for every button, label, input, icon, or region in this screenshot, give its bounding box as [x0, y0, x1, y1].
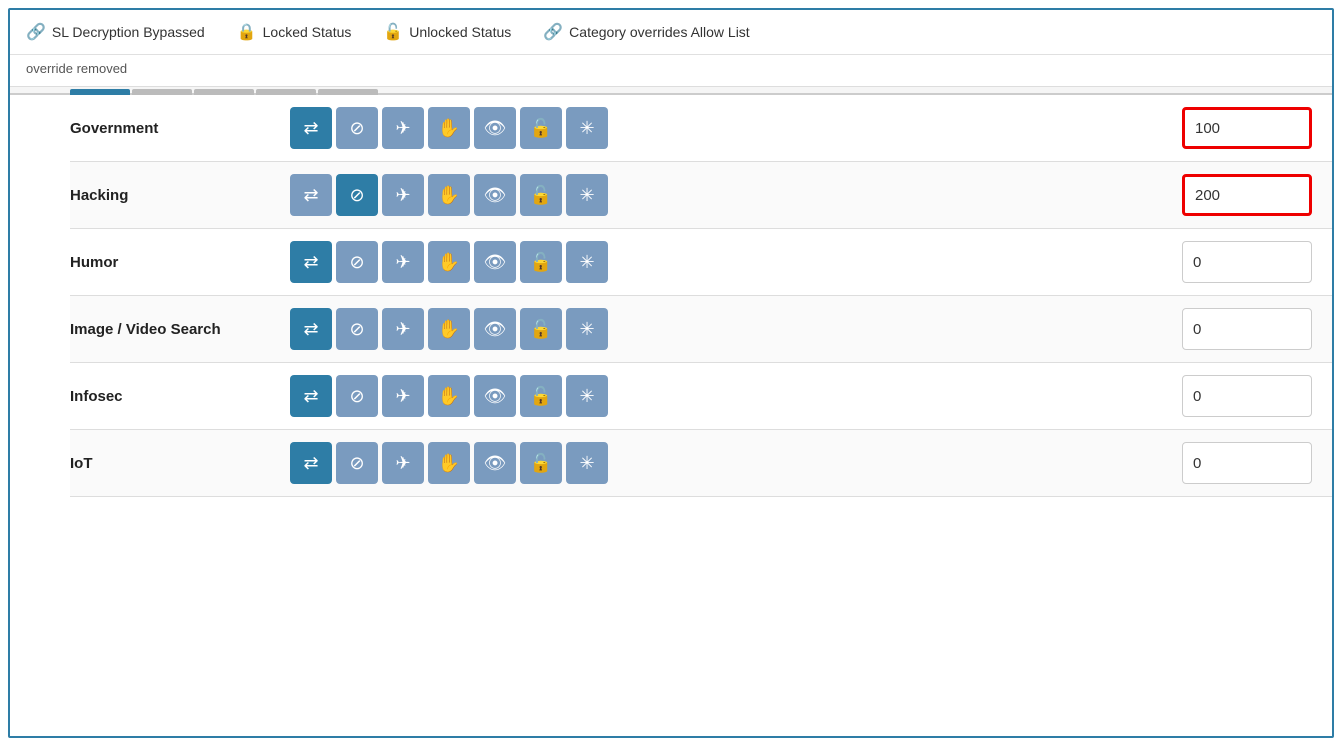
- btn-block-image-video[interactable]: ⊘: [336, 308, 378, 350]
- btn-hand-humor[interactable]: ✋: [428, 241, 470, 283]
- icon-group-image-video: ⇄ ⊘ ✈ ✋ 👁 🔓 ✳: [290, 308, 1182, 350]
- btn-airplane-image-video[interactable]: ✈: [382, 308, 424, 350]
- row-label-iot: IoT: [70, 455, 290, 472]
- btn-transfer-government[interactable]: ⇄: [290, 107, 332, 149]
- tab-bar: [10, 87, 1332, 95]
- main-container: 🔗 SL Decryption Bypassed 🔒 Locked Status…: [8, 8, 1334, 738]
- btn-hand-government[interactable]: ✋: [428, 107, 470, 149]
- btn-spark-iot[interactable]: ✳: [566, 442, 608, 484]
- legend-override: 🔗 Category overrides Allow List: [543, 22, 749, 42]
- btn-eye-image-video[interactable]: 👁: [474, 308, 516, 350]
- btn-block-hacking[interactable]: ⊘: [336, 174, 378, 216]
- icon-group-government: ⇄ ⊘ ✈ ✋ 👁 🔓 ✳: [290, 107, 1182, 149]
- btn-airplane-humor[interactable]: ✈: [382, 241, 424, 283]
- override-label: Category overrides Allow List: [569, 24, 750, 40]
- row-label-humor: Humor: [70, 254, 290, 271]
- icon-group-humor: ⇄ ⊘ ✈ ✋ 👁 🔓 ✳: [290, 241, 1182, 283]
- row-label-infosec: Infosec: [70, 388, 290, 405]
- table-row: Hacking ⇄ ⊘ ✈ ✋ 👁 🔓 ✳: [70, 162, 1332, 229]
- btn-eye-infosec[interactable]: 👁: [474, 375, 516, 417]
- icon-group-infosec: ⇄ ⊘ ✈ ✋ 👁 🔓 ✳: [290, 375, 1182, 417]
- value-input-iot[interactable]: [1182, 442, 1312, 484]
- btn-spark-government[interactable]: ✳: [566, 107, 608, 149]
- icon-group-hacking: ⇄ ⊘ ✈ ✋ 👁 🔓 ✳: [290, 174, 1182, 216]
- table-row: Image / Video Search ⇄ ⊘ ✈ ✋ 👁 🔓 ✳: [70, 296, 1332, 363]
- btn-unlock-humor[interactable]: 🔓: [520, 241, 562, 283]
- btn-eye-government[interactable]: 👁: [474, 107, 516, 149]
- ssl-bypass-icon: 🔗: [26, 22, 46, 42]
- row-label-hacking: Hacking: [70, 187, 290, 204]
- btn-hand-infosec[interactable]: ✋: [428, 375, 470, 417]
- btn-transfer-iot[interactable]: ⇄: [290, 442, 332, 484]
- btn-transfer-humor[interactable]: ⇄: [290, 241, 332, 283]
- tab-2[interactable]: [132, 89, 192, 95]
- btn-transfer-infosec[interactable]: ⇄: [290, 375, 332, 417]
- btn-hand-hacking[interactable]: ✋: [428, 174, 470, 216]
- table-row: Government ⇄ ⊘ ✈ ✋ 👁 🔓 ✳: [70, 95, 1332, 162]
- btn-airplane-infosec[interactable]: ✈: [382, 375, 424, 417]
- btn-unlock-iot[interactable]: 🔓: [520, 442, 562, 484]
- value-input-image-video[interactable]: [1182, 308, 1312, 350]
- btn-eye-humor[interactable]: 👁: [474, 241, 516, 283]
- value-input-hacking[interactable]: [1182, 174, 1312, 216]
- legend-unlocked: 🔓 Unlocked Status: [383, 22, 511, 42]
- legend-bar: 🔗 SL Decryption Bypassed 🔒 Locked Status…: [10, 10, 1332, 55]
- locked-icon: 🔒: [237, 22, 257, 42]
- value-input-government[interactable]: [1182, 107, 1312, 149]
- value-input-infosec[interactable]: [1182, 375, 1312, 417]
- subtitle-bar: override removed: [10, 55, 1332, 87]
- tab-bar-inner: [70, 89, 378, 95]
- btn-airplane-hacking[interactable]: ✈: [382, 174, 424, 216]
- value-input-humor[interactable]: [1182, 241, 1312, 283]
- btn-eye-iot[interactable]: 👁: [474, 442, 516, 484]
- ssl-bypass-label: SL Decryption Bypassed: [52, 24, 205, 40]
- row-label-government: Government: [70, 120, 290, 137]
- btn-hand-image-video[interactable]: ✋: [428, 308, 470, 350]
- btn-block-iot[interactable]: ⊘: [336, 442, 378, 484]
- legend-locked: 🔒 Locked Status: [237, 22, 352, 42]
- table-row: IoT ⇄ ⊘ ✈ ✋ 👁 🔓 ✳: [70, 430, 1332, 497]
- btn-airplane-iot[interactable]: ✈: [382, 442, 424, 484]
- btn-block-humor[interactable]: ⊘: [336, 241, 378, 283]
- tab-3[interactable]: [194, 89, 254, 95]
- btn-block-government[interactable]: ⊘: [336, 107, 378, 149]
- btn-spark-image-video[interactable]: ✳: [566, 308, 608, 350]
- override-icon: 🔗: [543, 22, 563, 42]
- btn-spark-infosec[interactable]: ✳: [566, 375, 608, 417]
- row-label-image-video: Image / Video Search: [70, 321, 290, 338]
- btn-unlock-hacking[interactable]: 🔓: [520, 174, 562, 216]
- unlocked-label: Unlocked Status: [409, 24, 511, 40]
- btn-spark-hacking[interactable]: ✳: [566, 174, 608, 216]
- tab-5[interactable]: [318, 89, 378, 95]
- btn-unlock-image-video[interactable]: 🔓: [520, 308, 562, 350]
- btn-transfer-image-video[interactable]: ⇄: [290, 308, 332, 350]
- btn-airplane-government[interactable]: ✈: [382, 107, 424, 149]
- locked-label: Locked Status: [263, 24, 352, 40]
- btn-unlock-infosec[interactable]: 🔓: [520, 375, 562, 417]
- btn-hand-iot[interactable]: ✋: [428, 442, 470, 484]
- legend-ssl-bypass: 🔗 SL Decryption Bypassed: [26, 22, 205, 42]
- icon-group-iot: ⇄ ⊘ ✈ ✋ 👁 🔓 ✳: [290, 442, 1182, 484]
- tab-1[interactable]: [70, 89, 130, 95]
- btn-unlock-government[interactable]: 🔓: [520, 107, 562, 149]
- btn-spark-humor[interactable]: ✳: [566, 241, 608, 283]
- btn-eye-hacking[interactable]: 👁: [474, 174, 516, 216]
- table-row: Infosec ⇄ ⊘ ✈ ✋ 👁 🔓 ✳: [70, 363, 1332, 430]
- tab-4[interactable]: [256, 89, 316, 95]
- btn-transfer-hacking[interactable]: ⇄: [290, 174, 332, 216]
- subtitle-text: override removed: [26, 61, 127, 76]
- category-table: Government ⇄ ⊘ ✈ ✋ 👁 🔓 ✳ Hacking ⇄ ⊘ ✈ ✋…: [10, 95, 1332, 497]
- table-row: Humor ⇄ ⊘ ✈ ✋ 👁 🔓 ✳: [70, 229, 1332, 296]
- unlocked-icon: 🔓: [383, 22, 403, 42]
- btn-block-infosec[interactable]: ⊘: [336, 375, 378, 417]
